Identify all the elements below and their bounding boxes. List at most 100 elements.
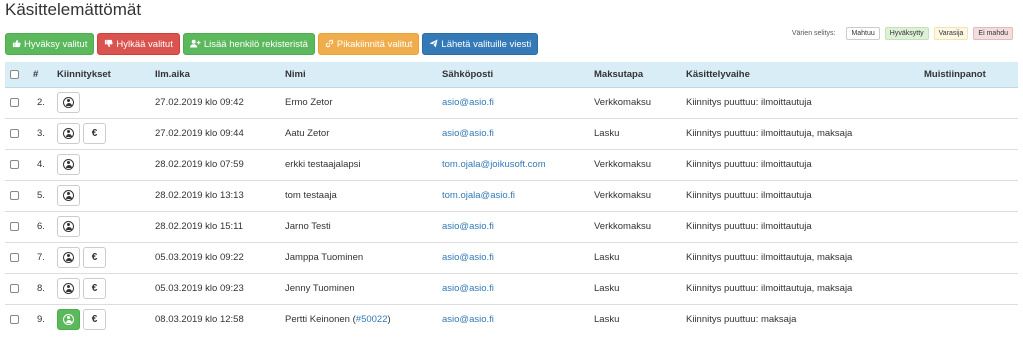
- row-payment: Lasku: [594, 242, 686, 274]
- row-number-cell: 4.: [33, 149, 57, 181]
- assign-registrant-button[interactable]: [57, 154, 80, 175]
- row-payment: Verkkomaksu: [594, 211, 686, 243]
- row-name-cell: erkki testaajalapsi: [285, 149, 442, 181]
- table-row: 5. 28.02.2019 klo 13:13 tom testaaja tom.oj…: [5, 180, 1018, 212]
- row-notes[interactable]: [924, 242, 1018, 274]
- row-phase: Kiinnitys puuttuu: ilmoittautuja: [686, 211, 924, 243]
- reject-selected-button[interactable]: Hylkää valitut: [97, 33, 180, 55]
- row-number-cell: 9.: [33, 304, 57, 335]
- row-assignments-cell: €: [57, 118, 155, 150]
- quick-assign-selected-button[interactable]: Pikakiinnitä valitut: [317, 33, 420, 55]
- row-checkbox[interactable]: [10, 159, 19, 169]
- row-checkbox[interactable]: [10, 128, 19, 138]
- row-notes[interactable]: [924, 273, 1018, 305]
- row-number: 5.: [37, 190, 45, 201]
- person-id-link[interactable]: #50022: [356, 314, 388, 325]
- table-row: 4. 28.02.2019 klo 07:59 erkki testaajalaps…: [5, 149, 1018, 181]
- assign-payer-button[interactable]: €: [83, 278, 106, 299]
- row-email-link[interactable]: asio@asio.fi: [442, 283, 494, 294]
- row-name-cell: Ermo Zetor: [285, 87, 442, 119]
- assign-payer-button[interactable]: €: [83, 247, 106, 268]
- user-circle-icon: [63, 159, 74, 170]
- user-circle-icon: [63, 314, 74, 326]
- paper-plane-icon: [429, 38, 438, 50]
- row-date: 28.02.2019 klo 07:59: [155, 149, 285, 181]
- select-all-checkbox[interactable]: [10, 69, 19, 79]
- row-select-cell: [5, 242, 33, 274]
- add-person-label: Lisää henkilö rekisteristä: [203, 38, 308, 50]
- row-notes[interactable]: [924, 304, 1018, 335]
- row-assignments-cell: [57, 180, 155, 212]
- euro-icon: €: [91, 314, 98, 326]
- row-select-cell: [5, 211, 33, 243]
- header-name[interactable]: Nimi: [285, 62, 442, 88]
- assign-registrant-button[interactable]: [57, 278, 80, 299]
- row-checkbox[interactable]: [10, 190, 19, 200]
- row-checkbox[interactable]: [10, 221, 19, 231]
- header-email[interactable]: Sähköposti: [442, 62, 594, 88]
- row-date: 08.03.2019 klo 12:58: [155, 314, 244, 326]
- color-legend: Värien selitys: Mahtuu Hyväksytty Varasi…: [792, 27, 1013, 40]
- legend-item-waitlist: Varasija: [933, 27, 969, 40]
- row-select-cell: [5, 149, 33, 181]
- row-payment: Verkkomaksu: [594, 149, 686, 181]
- assign-registrant-button[interactable]: [57, 123, 80, 144]
- assign-registrant-button[interactable]: [57, 309, 80, 331]
- row-name-cell: Aatu Zetor: [285, 118, 442, 150]
- send-message-button[interactable]: Lähetä valituille viesti: [422, 33, 539, 55]
- row-email-link[interactable]: tom.ojala@asio.fi: [442, 190, 515, 201]
- row-assignments-cell: [57, 149, 155, 181]
- header-date[interactable]: Ilm.aika: [155, 62, 285, 88]
- row-email-link[interactable]: tom.ojala@joikusoft.com: [442, 159, 546, 170]
- row-name-cell: Jamppa Tuominen: [285, 242, 442, 274]
- row-name-cell: Jenny Tuominen: [285, 273, 442, 305]
- row-checkbox[interactable]: [10, 252, 19, 262]
- header-payment[interactable]: Maksutapa: [594, 62, 686, 88]
- assign-registrant-button[interactable]: [57, 216, 80, 237]
- row-payment: Lasku: [594, 314, 620, 326]
- header-phase[interactable]: Käsittelyvaihe: [686, 62, 924, 88]
- row-checkbox[interactable]: [10, 315, 19, 325]
- row-number-cell: 8.: [33, 273, 57, 305]
- assign-registrant-button[interactable]: [57, 247, 80, 268]
- row-phase: Kiinnitys puuttuu: ilmoittautuja: [686, 87, 924, 119]
- row-email-link[interactable]: asio@asio.fi: [442, 97, 494, 108]
- table-row: 9. €08.03.2019 klo 12:58 Pertti Keinonen (…: [5, 304, 1018, 335]
- row-number: 6.: [37, 221, 45, 232]
- row-select-cell: [5, 273, 33, 305]
- row-notes[interactable]: [924, 149, 1018, 181]
- add-person-from-registry-button[interactable]: Lisää henkilö rekisteristä: [182, 33, 315, 55]
- row-email-link[interactable]: asio@asio.fi: [442, 252, 494, 263]
- row-number-cell: 6.: [33, 211, 57, 243]
- row-date: 28.02.2019 klo 15:11: [155, 211, 285, 243]
- row-email-link[interactable]: asio@asio.fi: [442, 221, 494, 232]
- assign-registrant-button[interactable]: [57, 92, 80, 113]
- reject-selected-label: Hylkää valitut: [116, 38, 173, 50]
- assign-payer-button[interactable]: €: [83, 123, 106, 144]
- select-all-header: [5, 62, 33, 88]
- thumbs-down-icon: [104, 39, 113, 50]
- row-notes[interactable]: [924, 211, 1018, 243]
- assign-registrant-button[interactable]: [57, 185, 80, 206]
- approve-selected-label: Hyväksy valitut: [24, 38, 88, 50]
- row-name: tom testaaja: [285, 190, 337, 201]
- row-notes[interactable]: [924, 87, 1018, 119]
- row-payment: Verkkomaksu: [594, 180, 686, 212]
- assign-payer-button[interactable]: €: [83, 309, 106, 331]
- legend-item-does-not-fit: Ei mahdu: [973, 27, 1013, 40]
- row-checkbox[interactable]: [10, 283, 19, 293]
- row-date: 05.03.2019 klo 09:22: [155, 242, 285, 274]
- row-checkbox[interactable]: [10, 97, 19, 107]
- row-assignments-cell: [57, 211, 155, 243]
- approve-selected-button[interactable]: Hyväksy valitut: [5, 33, 95, 55]
- row-number: 9.: [37, 314, 45, 326]
- row-date: 27.02.2019 klo 09:42: [155, 87, 285, 119]
- table-row: 3. €27.02.2019 klo 09:44 Aatu Zetor asio@as…: [5, 118, 1018, 150]
- row-name: Jamppa Tuominen: [285, 252, 364, 263]
- row-assignments-cell: €: [57, 304, 155, 335]
- row-email-cell: tom.ojala@joikusoft.com: [442, 149, 594, 181]
- row-email-link[interactable]: asio@asio.fi: [442, 128, 494, 139]
- row-notes[interactable]: [924, 118, 1018, 150]
- row-notes[interactable]: [924, 180, 1018, 212]
- row-email-link[interactable]: asio@asio.fi: [442, 314, 494, 325]
